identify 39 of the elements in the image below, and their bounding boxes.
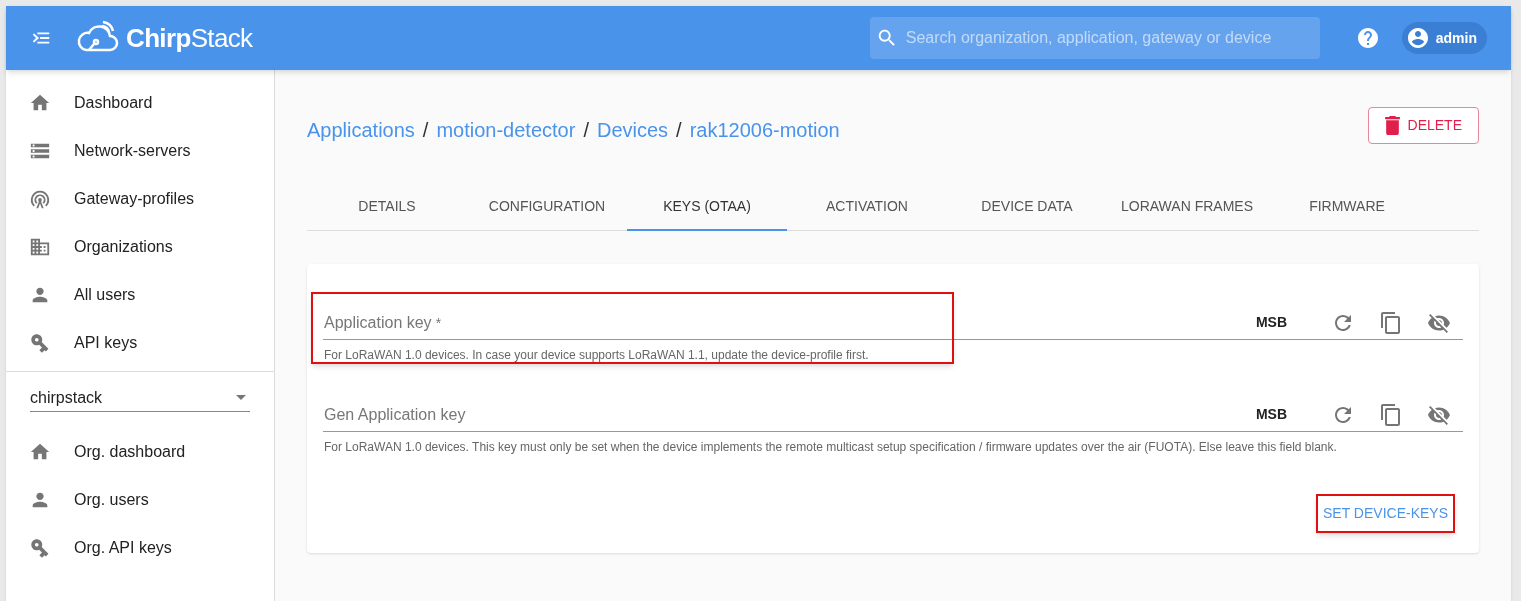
sidebar-item[interactable]: Org. dashboard <box>6 428 274 476</box>
key-icon <box>29 332 51 354</box>
helper-text: For LoRaWAN 1.0 devices. This key must only be set when the device implements the remote multicast setup specification / firmware updates over the air (FUOTA). Else leave this field blank. <box>323 439 1338 456</box>
tab[interactable]: FIRMWARE <box>1267 183 1427 231</box>
sidebar-item[interactable]: Org. users <box>6 476 274 524</box>
antenna-icon <box>29 188 51 210</box>
tab[interactable]: LORAWAN FRAMES <box>1107 183 1267 231</box>
copy-icon[interactable] <box>1379 402 1403 427</box>
breadcrumb-current: rak12006-motion <box>689 118 840 143</box>
account-icon <box>1405 26 1430 50</box>
tab[interactable]: DETAILS <box>307 183 467 231</box>
helper-text: For LoRaWAN 1.0 devices. In case your device supports LoRaWAN 1.1, update the device-profile first. <box>323 347 870 364</box>
help-icon[interactable] <box>1355 26 1380 50</box>
key-icon <box>29 537 51 559</box>
dropdown-caret-icon <box>236 395 246 400</box>
sidebar-item[interactable]: API keys <box>6 319 274 367</box>
breadcrumb-separator: / <box>422 118 429 143</box>
building-icon <box>29 236 51 258</box>
key-field[interactable]: Gen Application key MSB <box>323 398 1463 432</box>
sidebar-item[interactable]: All users <box>6 271 274 319</box>
byte-order-toggle[interactable]: MSB <box>1255 312 1287 333</box>
sidebar-item[interactable]: Network-servers <box>6 127 274 175</box>
sidebar-item[interactable]: Organizations <box>6 223 274 271</box>
key-field[interactable]: Application key * MSB <box>323 306 1463 340</box>
breadcrumb-separator: / <box>676 118 682 143</box>
delete-button[interactable]: DELETE <box>1367 106 1479 144</box>
sidebar-item[interactable]: Org. API keys <box>6 524 274 572</box>
tab[interactable]: DEVICE DATA <box>947 183 1107 231</box>
user-chip[interactable]: admin <box>1401 22 1487 54</box>
tab[interactable]: KEYS (OTAA) <box>627 183 787 231</box>
sidebar-item[interactable]: Dashboard <box>6 79 274 127</box>
sidebar-item[interactable]: Gateway-profiles <box>6 175 274 223</box>
trash-icon <box>1384 115 1400 135</box>
copy-icon[interactable] <box>1379 310 1403 335</box>
tab[interactable]: CONFIGURATION <box>467 183 627 231</box>
tab[interactable]: ACTIVATION <box>787 183 947 231</box>
byte-order-toggle[interactable]: MSB <box>1255 404 1287 425</box>
organization-select[interactable]: chirpstack <box>30 384 250 412</box>
breadcrumb-separator: / <box>583 118 589 143</box>
